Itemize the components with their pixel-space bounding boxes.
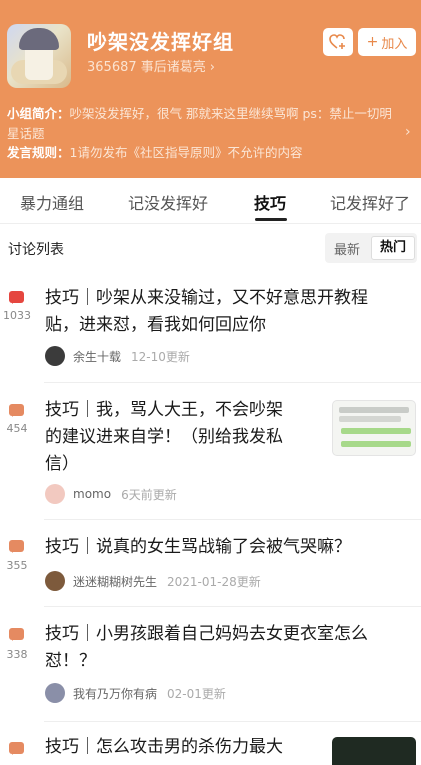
tab-baoli[interactable]: 暴力通组	[20, 190, 84, 214]
join-label: 加入	[381, 36, 408, 52]
update-time: 2021-01-28更新	[167, 574, 261, 589]
group-meta[interactable]: 365687 事后诸葛亮 ›	[87, 56, 215, 75]
update-time: 02-01更新	[167, 686, 226, 701]
author-name: 我有乃万你有病	[73, 686, 158, 701]
post-author-row: 迷迷糊糊树先生 2021-01-28更新	[45, 570, 261, 592]
post-item[interactable]: 338 技巧｜小男孩跟着自己妈妈去女更衣室怎么 怼！？ 我有乃万你有病 02-01…	[0, 608, 421, 722]
favorite-button[interactable]	[323, 28, 353, 56]
user-avatar[interactable]	[45, 484, 65, 504]
reply-count: 454	[6, 422, 28, 435]
group-owner: 事后诸葛亮	[140, 60, 206, 75]
chevron-right-icon[interactable]: ›	[405, 124, 411, 140]
post-title: 技巧｜我，骂人大王，不会吵架 的建议进来自学！（别给我发私 信）	[45, 400, 283, 474]
post-item[interactable]: 454 技巧｜我，骂人大王，不会吵架 的建议进来自学！（别给我发私 信） momo …	[0, 384, 421, 520]
comment-bubble-icon	[9, 742, 24, 755]
join-button[interactable]: + 加入	[358, 28, 416, 56]
post-thumbnail[interactable]	[332, 400, 416, 456]
plus-icon: +	[366, 34, 379, 50]
reply-count: 355	[6, 559, 28, 572]
sort-latest-button[interactable]: 最新	[334, 239, 360, 258]
group-title: 吵架没发挥好组	[87, 30, 234, 54]
intro-label: 小组简介：	[7, 106, 70, 121]
tab-meifahui[interactable]: 记没发挥好	[128, 190, 208, 214]
reply-count: 338	[6, 648, 28, 661]
post-title: 技巧｜小男孩跟着自己妈妈去女更衣室怎么 怼！？	[45, 624, 368, 671]
user-avatar[interactable]	[45, 346, 65, 366]
member-count: 365687	[87, 60, 137, 75]
heart-plus-icon	[329, 34, 345, 49]
rule-text: 1请勿发布《社区指导原则》不允许的内容	[69, 145, 303, 160]
comment-bubble-icon	[9, 291, 24, 304]
comment-bubble-icon	[9, 628, 24, 641]
author-name: 余生十载	[73, 349, 122, 364]
post-item[interactable]: 355 技巧｜说真的女生骂战输了会被气哭嘛？ 迷迷糊糊树先生 2021-01-2…	[0, 521, 421, 607]
active-tab-indicator	[255, 218, 287, 221]
post-item[interactable]: 1033 技巧｜吵架从来没输过，又不好意思开教程 贴，进来怼，看我如何回应你 余生…	[0, 275, 421, 383]
rule-label: 发言规则：	[7, 145, 70, 160]
post-author-row: 余生十载 12-10更新	[45, 345, 190, 367]
group-intro[interactable]: 小组简介：吵架没发挥好，很气 那就来这里继续骂啊 ps：禁止一切明星话题	[7, 104, 399, 144]
group-rules[interactable]: 发言规则：1请勿发布《社区指导原则》不允许的内容	[7, 144, 399, 162]
comment-bubble-icon	[9, 404, 24, 417]
group-header: 吵架没发挥好组 365687 事后诸葛亮 › + 加入 小组简介：吵架没发挥好，很气…	[0, 0, 421, 178]
sort-toggle: 最新 热门	[325, 233, 417, 263]
post-title: 技巧｜吵架从来没输过，又不好意思开教程 贴，进来怼，看我如何回应你	[45, 288, 368, 335]
update-time: 12-10更新	[131, 349, 190, 364]
tab-fahuihao[interactable]: 记发挥好了	[330, 190, 410, 214]
tab-bar: 暴力通组 记没发挥好 技巧 记发挥好了	[0, 178, 421, 224]
tab-jiqiao[interactable]: 技巧	[254, 190, 286, 214]
list-title: 讨论列表	[8, 242, 64, 258]
group-avatar[interactable]	[7, 24, 71, 88]
author-name: momo	[73, 487, 112, 501]
post-thumbnail[interactable]	[332, 737, 416, 765]
post-title: 技巧｜说真的女生骂战输了会被气哭嘛？	[45, 537, 351, 557]
post-author-row: momo 6天前更新	[45, 483, 177, 505]
author-name: 迷迷糊糊树先生	[73, 574, 158, 589]
chevron-right-icon: ›	[209, 60, 215, 75]
comment-bubble-icon	[9, 540, 24, 553]
reply-count: 1033	[3, 309, 31, 322]
post-item[interactable]: 技巧｜怎么攻击男的杀伤力最大	[0, 723, 421, 765]
update-time: 6天前更新	[121, 487, 177, 502]
sort-hot-button[interactable]: 热门	[371, 236, 415, 260]
user-avatar[interactable]	[45, 683, 65, 703]
post-author-row: 我有乃万你有病 02-01更新	[45, 682, 226, 704]
post-title: 技巧｜怎么攻击男的杀伤力最大	[45, 737, 283, 757]
user-avatar[interactable]	[45, 571, 65, 591]
